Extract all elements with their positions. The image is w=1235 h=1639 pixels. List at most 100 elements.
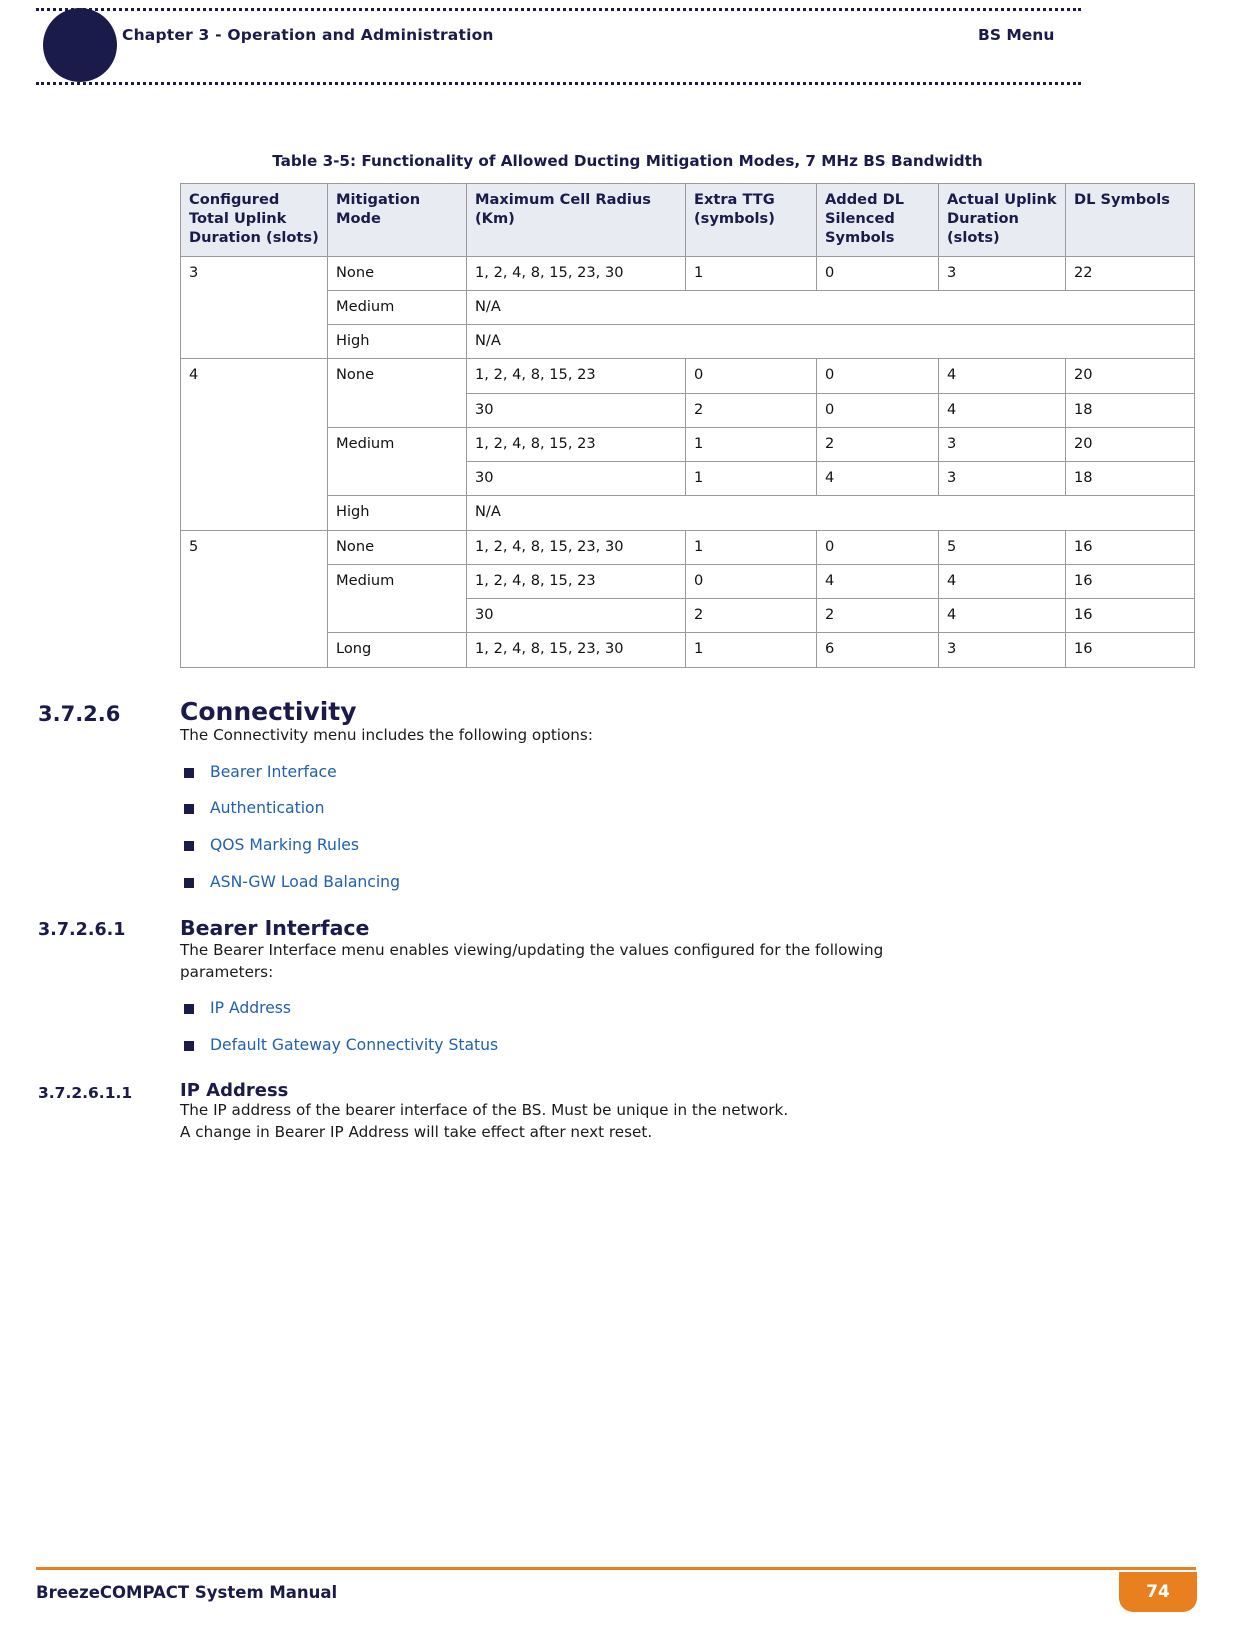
cell-radius: 1, 2, 4, 8, 15, 23 <box>466 563 686 600</box>
cell-radius: 1, 2, 4, 8, 15, 23, 30 <box>466 255 686 291</box>
cell-added: 4 <box>816 563 939 600</box>
footer-divider <box>36 1567 1196 1570</box>
cell-radius: 1, 2, 4, 8, 15, 23 <box>466 358 686 394</box>
cell-dl: 20 <box>1065 426 1195 463</box>
cell-mode: None <box>327 255 467 291</box>
bullet-square-icon <box>184 877 194 888</box>
section-bearer-interface: 3.7.2.6.1 Bearer Interface <box>0 917 1235 940</box>
bullet-square-icon <box>184 840 194 851</box>
bearer-link-list: IP Address Default Gateway Connectivity … <box>180 999 1235 1054</box>
bullet-square-icon <box>184 1004 194 1015</box>
header-top-divider <box>36 8 1081 11</box>
footer-manual-title: BreezeCOMPACT System Manual <box>36 1583 338 1602</box>
cell-dl: 20 <box>1065 358 1195 394</box>
table-header-cell: DL Symbols <box>1065 182 1195 257</box>
section-title: IP Address <box>180 1079 289 1101</box>
section-number: 3.7.2.6.1.1 <box>38 1083 133 1102</box>
cell-dl: 16 <box>1065 529 1195 565</box>
bearer-intro-line2: parameters: <box>180 962 274 981</box>
cell-added: 4 <box>816 460 939 497</box>
section-title: Connectivity <box>180 696 357 726</box>
cell-actual: 4 <box>938 563 1066 600</box>
cell-actual: 3 <box>938 426 1066 463</box>
list-item[interactable]: Authentication <box>180 799 1235 818</box>
cell-mode: Medium <box>327 426 467 497</box>
section-number: 3.7.2.6 <box>38 701 121 726</box>
table-header-cell: Maximum Cell Radius (Km) <box>466 182 686 257</box>
cell-mode: High <box>327 323 467 360</box>
cell-actual: 4 <box>938 392 1066 428</box>
cell-dl: 18 <box>1065 460 1195 497</box>
cell-actual: 4 <box>938 597 1066 634</box>
header-chapter-title: Chapter 3 - Operation and Administration <box>122 26 494 44</box>
link-label[interactable]: ASN-GW Load Balancing <box>210 873 400 891</box>
cell-added: 0 <box>816 392 939 428</box>
cell-dl: 16 <box>1065 563 1195 600</box>
table-row: 3 None 1, 2, 4, 8, 15, 23, 30 1 0 3 22 <box>180 255 1195 360</box>
list-item[interactable]: Bearer Interface <box>180 763 1235 782</box>
cell-ttg: 2 <box>685 392 817 428</box>
list-item[interactable]: ASN-GW Load Balancing <box>180 873 1235 892</box>
header-section-label: BS Menu <box>978 26 1055 44</box>
table-header-cell: Configured Total Uplink Duration (slots) <box>180 182 328 257</box>
link-label[interactable]: Bearer Interface <box>210 763 337 781</box>
link-label[interactable]: Default Gateway Connectivity Status <box>210 1036 498 1054</box>
cell-actual: 5 <box>938 529 1066 565</box>
table-row: High N/A <box>181 495 1195 531</box>
cell-mode: None <box>327 529 467 565</box>
cell-radius: 1, 2, 4, 8, 15, 23 <box>466 426 686 463</box>
cell-ttg: 2 <box>685 597 817 634</box>
bullet-square-icon <box>184 804 194 815</box>
table-row: High N/A <box>181 323 1195 360</box>
cell-mode: Long <box>327 632 467 668</box>
page-footer: BreezeCOMPACT System Manual 74 <box>0 1547 1235 1639</box>
table-row: 5 None 1, 2, 4, 8, 15, 23, 30 1 0 5 16 <box>180 529 1195 668</box>
cell-radius: N/A <box>466 495 1195 531</box>
bearer-intro-line1: The Bearer Interface menu enables viewin… <box>180 940 884 959</box>
table-header-cell: Actual Uplink Duration (slots) <box>938 182 1066 257</box>
table-header-row: Configured Total Uplink Duration (slots)… <box>180 182 1195 257</box>
section-connectivity: 3.7.2.6 Connectivity <box>0 696 1235 726</box>
link-label[interactable]: Authentication <box>210 799 324 817</box>
cell-radius: N/A <box>466 323 1195 360</box>
list-item[interactable]: QOS Marking Rules <box>180 836 1235 855</box>
table-row: Medium 1, 2, 4, 8, 15, 23 0 4 4 16 <box>181 563 1195 634</box>
cell-dl: 16 <box>1065 632 1195 668</box>
table-header-cell: Extra TTG (symbols) <box>685 182 817 257</box>
cell-actual: 3 <box>938 460 1066 497</box>
header-circle-decoration <box>43 8 117 82</box>
link-label[interactable]: IP Address <box>210 999 291 1017</box>
cell-ttg: 1 <box>685 426 817 463</box>
table-header-cell: Mitigation Mode <box>327 182 467 257</box>
page-number-badge: 74 <box>1119 1572 1197 1612</box>
cell-mode: None <box>327 358 467 428</box>
cell-radius: 30 <box>466 392 686 428</box>
connectivity-link-list: Bearer Interface Authentication QOS Mark… <box>180 763 1235 892</box>
list-item[interactable]: IP Address <box>180 999 1235 1018</box>
cell-added: 2 <box>816 426 939 463</box>
cell-ttg: 0 <box>685 358 817 394</box>
cell-radius: 1, 2, 4, 8, 15, 23, 30 <box>466 632 686 668</box>
cell-mode: Medium <box>327 289 467 326</box>
cell-dl: 22 <box>1065 255 1195 291</box>
ducting-mitigation-table: Configured Total Uplink Duration (slots)… <box>180 182 1195 668</box>
table-caption: Table 3-5: Functionality of Allowed Duct… <box>272 152 983 170</box>
cell-added: 6 <box>816 632 939 668</box>
list-item[interactable]: Default Gateway Connectivity Status <box>180 1036 1235 1055</box>
ip-address-paragraph-1: The IP address of the bearer interface o… <box>180 1101 789 1120</box>
table-row: Medium 1, 2, 4, 8, 15, 23 1 2 3 20 <box>181 426 1195 497</box>
cell-added: 0 <box>816 358 939 394</box>
section-title: Bearer Interface <box>180 916 370 941</box>
section-ip-address: 3.7.2.6.1.1 IP Address <box>0 1079 1235 1102</box>
cell-dl: 16 <box>1065 597 1195 634</box>
table-row: Long 1, 2, 4, 8, 15, 23, 30 1 6 3 16 <box>181 632 1195 668</box>
cell-ttg: 1 <box>685 460 817 497</box>
link-label[interactable]: QOS Marking Rules <box>210 836 359 854</box>
header-bottom-divider <box>36 82 1081 85</box>
bullet-square-icon <box>184 1040 194 1051</box>
cell-added: 2 <box>816 597 939 634</box>
cell-mode: Medium <box>327 563 467 634</box>
table-row: 4 None 1, 2, 4, 8, 15, 23 0 0 4 20 <box>180 358 1195 531</box>
cell-added: 0 <box>816 255 939 291</box>
table-row: Medium N/A <box>181 289 1195 326</box>
